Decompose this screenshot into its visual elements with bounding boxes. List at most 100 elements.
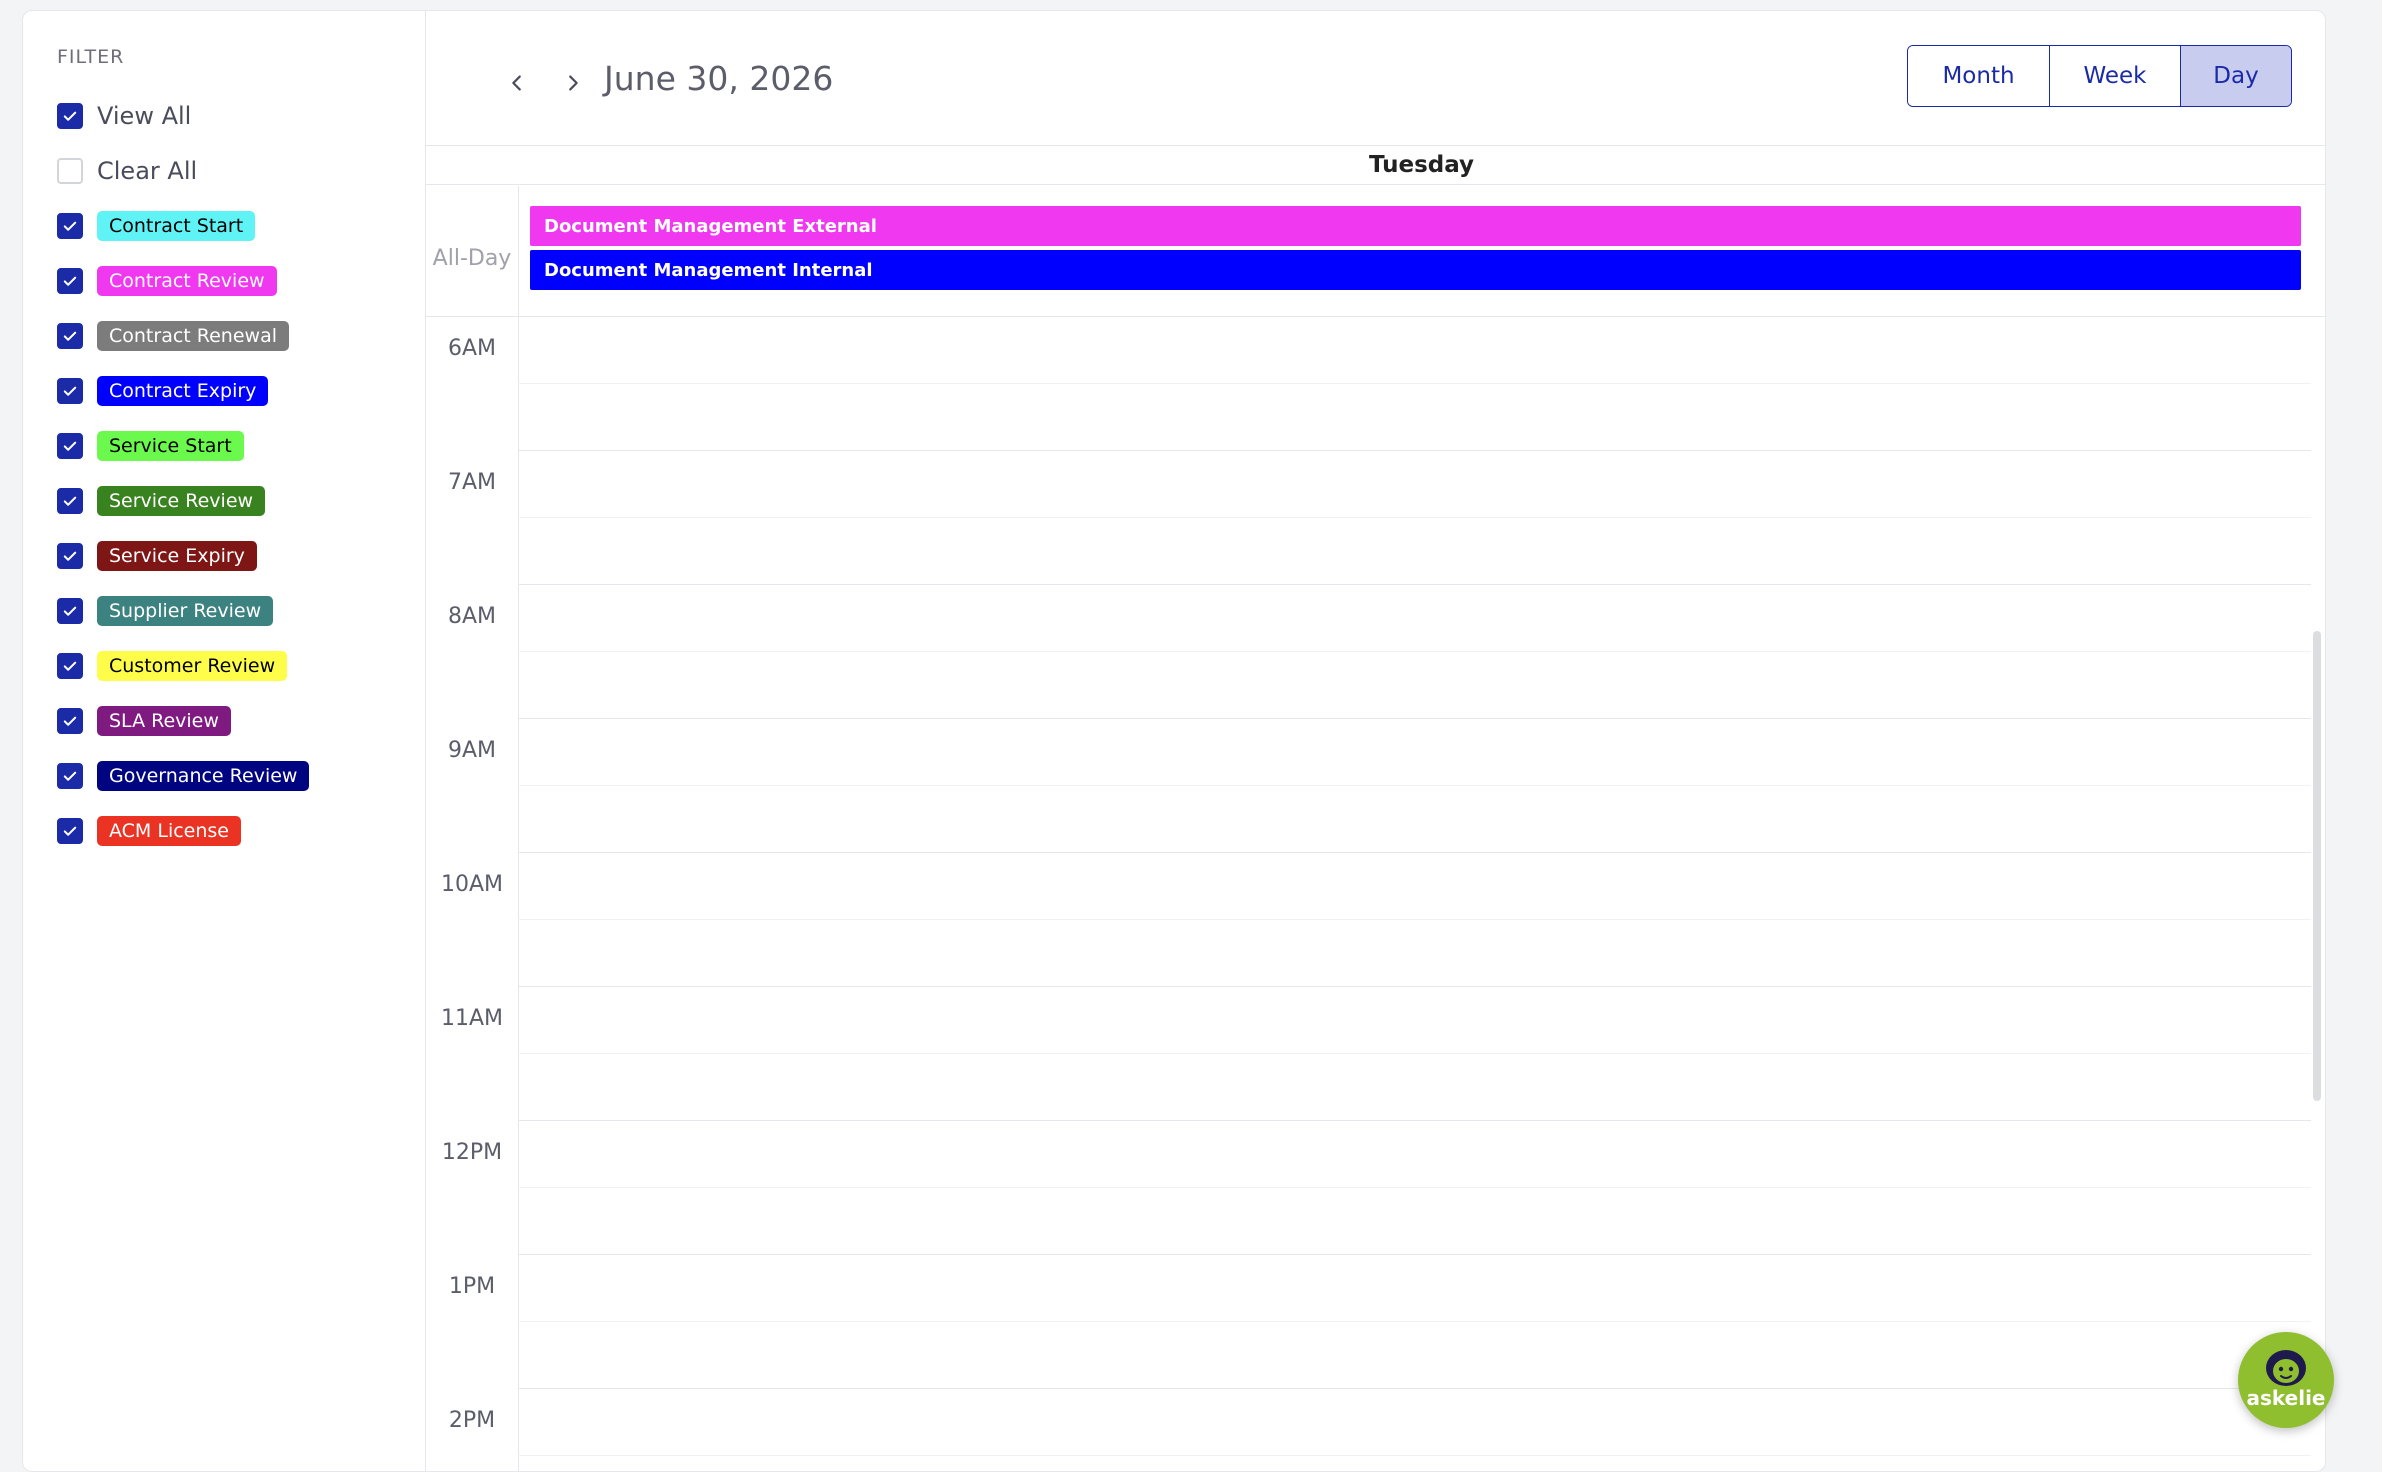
filter-checkbox[interactable] (57, 543, 83, 569)
calendar-main: June 30, 2026 Month Week Day Tuesday All… (426, 11, 2325, 1471)
check-icon (63, 661, 77, 671)
filter-checkbox[interactable] (57, 818, 83, 844)
filter-checkbox[interactable] (57, 598, 83, 624)
half-hour-divider (518, 1455, 2311, 1456)
check-icon (63, 716, 77, 726)
filter-option[interactable]: Contract Start (57, 206, 256, 246)
all-day-label: All-Day (432, 246, 512, 271)
date-title: June 30, 2026 (604, 59, 834, 98)
filter-checkbox[interactable] (57, 433, 83, 459)
view-month-button[interactable]: Month (1908, 46, 2050, 106)
filter-tag: Service Expiry (97, 541, 257, 571)
filter-tag: ACM License (97, 816, 241, 846)
filter-tag: Customer Review (97, 651, 288, 681)
day-column-header: Tuesday (426, 145, 2325, 185)
check-icon (63, 826, 77, 836)
filter-checkbox[interactable] (57, 378, 83, 404)
all-day-event[interactable]: Document Management External (530, 206, 2301, 246)
chevron-right-icon (569, 75, 578, 91)
filter-tag: SLA Review (97, 706, 231, 736)
filter-checkbox[interactable] (57, 268, 83, 294)
hour-slot[interactable]: 7AM (426, 450, 2311, 584)
chevron-left-icon (512, 75, 521, 91)
hour-slot[interactable]: 11AM (426, 986, 2311, 1120)
filter-sidebar: FILTER View All Clear All Contract Start… (23, 11, 426, 1471)
view-week-button[interactable]: Week (2050, 46, 2181, 106)
filter-tag: Supplier Review (97, 596, 274, 626)
clear-all-checkbox[interactable] (57, 158, 83, 184)
filter-option[interactable]: Service Expiry (57, 536, 257, 576)
clear-all-label: Clear All (97, 157, 198, 185)
hour-divider (518, 718, 2311, 719)
filter-tag: Service Review (97, 486, 266, 516)
filter-checkbox[interactable] (57, 763, 83, 789)
hour-label: 1PM (448, 1274, 496, 1299)
hour-slot[interactable]: 1PM (426, 1254, 2311, 1388)
filter-option[interactable]: Service Review (57, 481, 266, 521)
hour-divider (518, 316, 2311, 317)
filter-checkbox[interactable] (57, 323, 83, 349)
hour-divider (518, 584, 2311, 585)
hour-label: 12PM (441, 1140, 503, 1165)
hour-divider (518, 450, 2311, 451)
half-hour-divider (518, 785, 2311, 786)
calendar-app: FILTER View All Clear All Contract Start… (22, 10, 2326, 1472)
view-all-option[interactable]: View All (57, 96, 191, 136)
hour-slot[interactable]: 12PM (426, 1120, 2311, 1254)
half-hour-divider (518, 651, 2311, 652)
filter-checkbox[interactable] (57, 653, 83, 679)
hour-label: 11AM (440, 1006, 504, 1031)
clear-all-option[interactable]: Clear All (57, 151, 197, 191)
hour-slot[interactable]: 2PM (426, 1388, 2311, 1471)
filter-option[interactable]: Service Start (57, 426, 244, 466)
view-day-button[interactable]: Day (2181, 46, 2291, 106)
hour-divider (518, 852, 2311, 853)
filter-option[interactable]: Supplier Review (57, 591, 274, 631)
filter-tag: Contract Start (97, 211, 256, 241)
calendar-toolbar: June 30, 2026 Month Week Day (426, 11, 2325, 146)
hour-label: 2PM (448, 1408, 496, 1433)
view-switcher: Month Week Day (1907, 45, 2292, 107)
hour-slot[interactable]: 8AM (426, 584, 2311, 718)
filter-option[interactable]: Contract Renewal (57, 316, 290, 356)
check-icon (63, 111, 77, 121)
next-button[interactable] (555, 65, 591, 101)
filter-option[interactable]: SLA Review (57, 701, 231, 741)
half-hour-divider (518, 1187, 2311, 1188)
view-all-checkbox[interactable] (57, 103, 83, 129)
prev-button[interactable] (499, 65, 535, 101)
hour-label: 9AM (447, 738, 497, 763)
check-icon (63, 551, 77, 561)
half-hour-divider (518, 1053, 2311, 1054)
all-day-event[interactable]: Document Management Internal (530, 250, 2301, 290)
half-hour-divider (518, 919, 2311, 920)
hour-slot[interactable]: 10AM (426, 852, 2311, 986)
hour-divider (518, 1120, 2311, 1121)
filter-checkbox[interactable] (57, 488, 83, 514)
filter-checkbox[interactable] (57, 213, 83, 239)
check-icon (63, 606, 77, 616)
check-icon (63, 771, 77, 781)
check-icon (63, 386, 77, 396)
check-icon (63, 441, 77, 451)
hour-slot[interactable]: 9AM (426, 718, 2311, 852)
assistant-label: askelie (2246, 1386, 2326, 1410)
filter-tag: Contract Renewal (97, 321, 290, 351)
filter-option[interactable]: Contract Review (57, 261, 277, 301)
filter-tag: Service Start (97, 431, 244, 461)
assistant-button[interactable]: askelie (2238, 1332, 2334, 1428)
filter-option[interactable]: ACM License (57, 811, 241, 851)
half-hour-divider (518, 383, 2311, 384)
hour-divider (518, 1388, 2311, 1389)
half-hour-divider (518, 1321, 2311, 1322)
hour-slot[interactable]: 6AM (426, 316, 2311, 450)
filter-checkbox[interactable] (57, 708, 83, 734)
filter-option[interactable]: Governance Review (57, 756, 310, 796)
hour-divider (518, 986, 2311, 987)
filter-option[interactable]: Customer Review (57, 646, 288, 686)
check-icon (63, 331, 77, 341)
filter-option[interactable]: Contract Expiry (57, 371, 269, 411)
check-icon (63, 221, 77, 231)
vertical-scrollbar[interactable] (2313, 631, 2321, 1101)
check-icon (63, 276, 77, 286)
